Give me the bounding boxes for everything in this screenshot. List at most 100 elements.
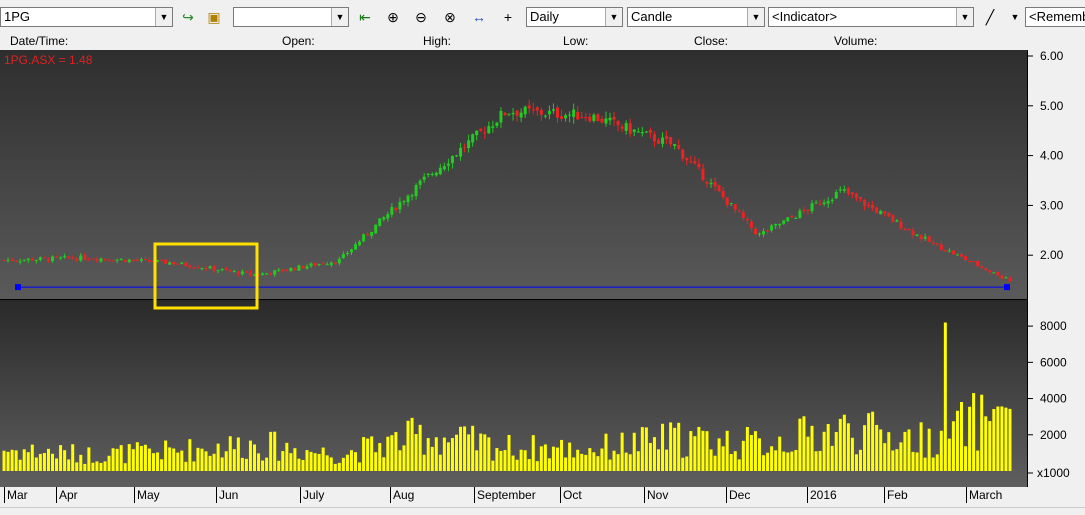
candle-body: [689, 161, 693, 163]
candle-body: [992, 272, 996, 274]
chart-type-combo[interactable]: Candle ▼: [627, 7, 765, 27]
volume-bar: [741, 440, 745, 471]
candle-body: [749, 221, 753, 228]
volume-bar: [964, 446, 968, 471]
volume-bar: [1000, 406, 1004, 471]
volume-bar: [337, 462, 341, 471]
chevron-down-icon[interactable]: ▼: [605, 8, 622, 26]
zoom-in-icon[interactable]: ⊕: [383, 7, 403, 27]
volume-bar: [895, 449, 899, 471]
candle-body: [915, 234, 919, 236]
candle-body: [725, 197, 729, 205]
chevron-down-icon[interactable]: ▼: [747, 8, 764, 26]
volume-bar: [648, 442, 652, 471]
go-arrow-icon[interactable]: ↪: [178, 7, 198, 27]
candle-body: [459, 147, 463, 157]
candle-body: [980, 266, 984, 268]
candle-body: [547, 110, 551, 115]
folder-icon[interactable]: ▣: [204, 7, 224, 27]
candle-body: [612, 116, 616, 120]
candle-body: [539, 110, 543, 115]
volume-bar: [818, 450, 822, 471]
volume-bar: [220, 457, 224, 471]
price-label: 1PG.ASX = 1.48: [4, 53, 93, 67]
zoom-select-icon[interactable]: ⊗: [440, 7, 460, 27]
fit-width-icon[interactable]: ↔: [469, 7, 489, 27]
volume-bar: [539, 446, 543, 471]
low-label: Low:: [563, 34, 589, 48]
volume-bar: [366, 438, 370, 471]
chevron-down-icon[interactable]: ▼: [155, 8, 172, 26]
candle-body: [834, 192, 838, 199]
volume-bar: [515, 459, 519, 471]
volume-bar: [123, 463, 127, 471]
zoom-reset-icon[interactable]: ⇤: [355, 7, 375, 27]
price-chart[interactable]: 6.00 5.00 4.00 3.00 2.00 8000 6000 4000 2000 x10…: [0, 50, 1085, 487]
candle-body: [349, 249, 353, 253]
candle-body: [972, 261, 976, 263]
candle-body: [430, 174, 434, 176]
volume-bar: [794, 450, 798, 471]
volume-bar: [455, 434, 458, 471]
candle-body: [83, 254, 87, 260]
volume-bar: [709, 449, 713, 471]
candle-body: [745, 218, 749, 221]
volume-bar: [608, 459, 612, 471]
volume-bar: [867, 413, 871, 471]
volume-bar: [891, 450, 895, 471]
volume-bar: [782, 451, 786, 471]
line-tool-icon[interactable]: ╱: [980, 7, 1000, 27]
candle-body: [42, 256, 46, 258]
candle-body: [624, 123, 628, 131]
chevron-down-icon[interactable]: ▼: [1005, 7, 1025, 27]
candle-body: [665, 135, 669, 140]
volume-bar: [103, 461, 107, 471]
date-combo[interactable]: ▼: [233, 7, 349, 27]
crosshair-icon[interactable]: +: [498, 7, 518, 27]
candle-body: [309, 263, 313, 267]
remember-combo[interactable]: <Rememb: [1025, 7, 1085, 27]
candle-body: [842, 189, 846, 191]
candle-body: [10, 259, 14, 261]
candle-body: [18, 261, 22, 263]
line-handle-left[interactable]: [15, 284, 21, 291]
candle-body: [30, 258, 34, 261]
indicator-combo[interactable]: <Indicator> ▼: [768, 7, 974, 27]
candle-body: [59, 257, 63, 259]
candle-body: [95, 259, 99, 261]
candle-body: [721, 191, 725, 198]
volume-bar: [87, 447, 91, 471]
volume-bar: [564, 457, 568, 471]
symbol-value: 1PG: [4, 9, 31, 24]
symbol-combo[interactable]: 1PG ▼: [0, 7, 173, 27]
candle-body: [564, 115, 568, 119]
candle-body: [26, 258, 30, 261]
candle-body: [434, 172, 438, 176]
candle-body: [758, 233, 761, 235]
candle-body: [333, 262, 337, 264]
volume-bar: [503, 450, 507, 471]
chevron-down-icon[interactable]: ▼: [956, 8, 973, 26]
y-tick-label: 6000: [1040, 355, 1067, 369]
candle-body: [733, 204, 737, 210]
zoom-out-icon[interactable]: ⊖: [411, 7, 431, 27]
candle-body: [499, 111, 503, 123]
volume-bar: [240, 457, 244, 471]
candle-body: [261, 273, 265, 276]
candle-body: [669, 136, 673, 145]
volume-bar: [531, 435, 535, 471]
y-tick-label: 3.00: [1040, 198, 1064, 212]
line-handle-right[interactable]: [1004, 284, 1010, 291]
chevron-down-icon[interactable]: ▼: [331, 8, 348, 26]
candle-body: [236, 271, 240, 275]
volume-bar: [38, 453, 42, 471]
period-combo[interactable]: Daily ▼: [526, 7, 623, 27]
volume-bar: [834, 431, 838, 471]
volume-bar: [79, 454, 83, 471]
candle-body: [523, 106, 527, 115]
volume-bar: [947, 438, 951, 471]
volume-bar: [261, 460, 265, 471]
volume-bar: [887, 432, 891, 471]
volume-bar: [147, 448, 151, 471]
volume-bar: [483, 434, 487, 471]
